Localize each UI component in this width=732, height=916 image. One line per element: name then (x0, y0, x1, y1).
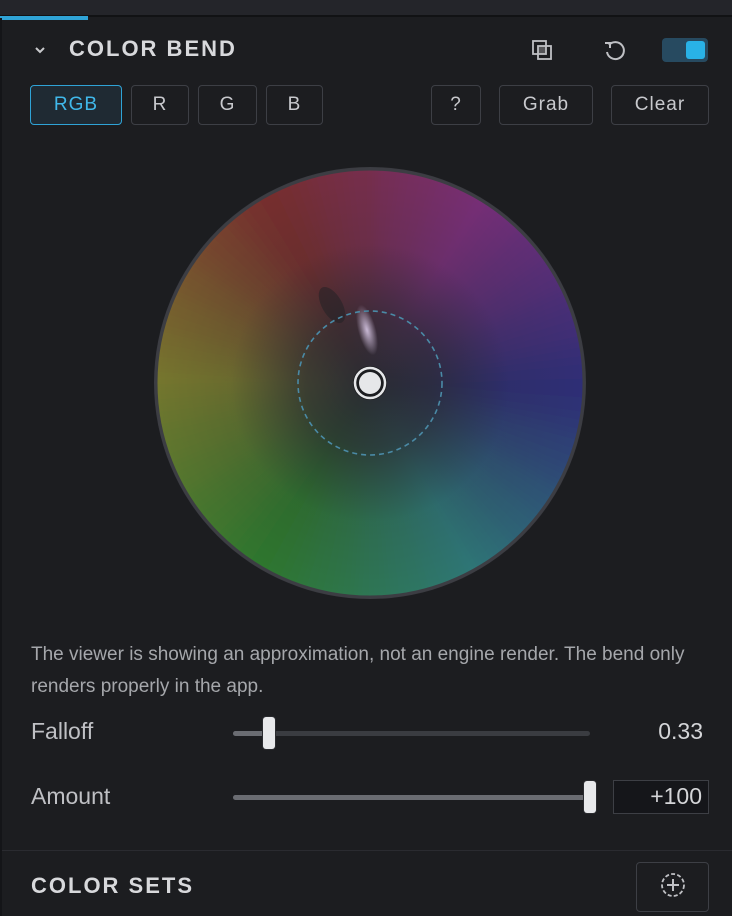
add-circle-icon (659, 871, 687, 904)
top-tab-strip (0, 0, 732, 17)
grab-button[interactable]: Grab (499, 85, 593, 125)
tab-b[interactable]: B (266, 85, 323, 125)
falloff-label: Falloff (31, 718, 94, 744)
add-color-set-button[interactable] (636, 862, 709, 912)
tab-g[interactable]: G (198, 85, 257, 125)
enable-toggle[interactable] (662, 38, 708, 62)
amount-value-field[interactable]: +100 (613, 780, 709, 814)
amount-slider[interactable] (233, 781, 596, 813)
color-wheel[interactable] (152, 165, 588, 601)
falloff-thumb[interactable] (262, 717, 275, 749)
copy-layers-icon[interactable] (530, 38, 556, 64)
section-divider (2, 850, 732, 851)
amount-fill (233, 795, 590, 800)
amount-label: Amount (31, 783, 111, 809)
toggle-knob (686, 41, 705, 59)
approximation-note: The viewer is showing an approximation, … (31, 644, 685, 697)
help-button[interactable]: ? (431, 85, 481, 125)
falloff-slider[interactable] (233, 717, 590, 749)
color-bend-panel: COLOR BEND RGB R G B ? Grab Clear The vi… (0, 18, 732, 916)
tab-rgb[interactable]: RGB (30, 85, 122, 125)
section-title: COLOR BEND (69, 36, 237, 61)
chevron-down-icon[interactable] (30, 40, 50, 60)
center-handle[interactable] (359, 372, 381, 394)
color-sets-title: COLOR SETS (31, 873, 195, 898)
section-header[interactable]: COLOR BEND (2, 18, 732, 82)
amount-thumb[interactable] (584, 781, 596, 813)
falloff-value[interactable]: 0.33 (602, 718, 703, 745)
reset-icon[interactable] (602, 38, 628, 64)
clear-button[interactable]: Clear (611, 85, 709, 125)
tab-r[interactable]: R (131, 85, 189, 125)
